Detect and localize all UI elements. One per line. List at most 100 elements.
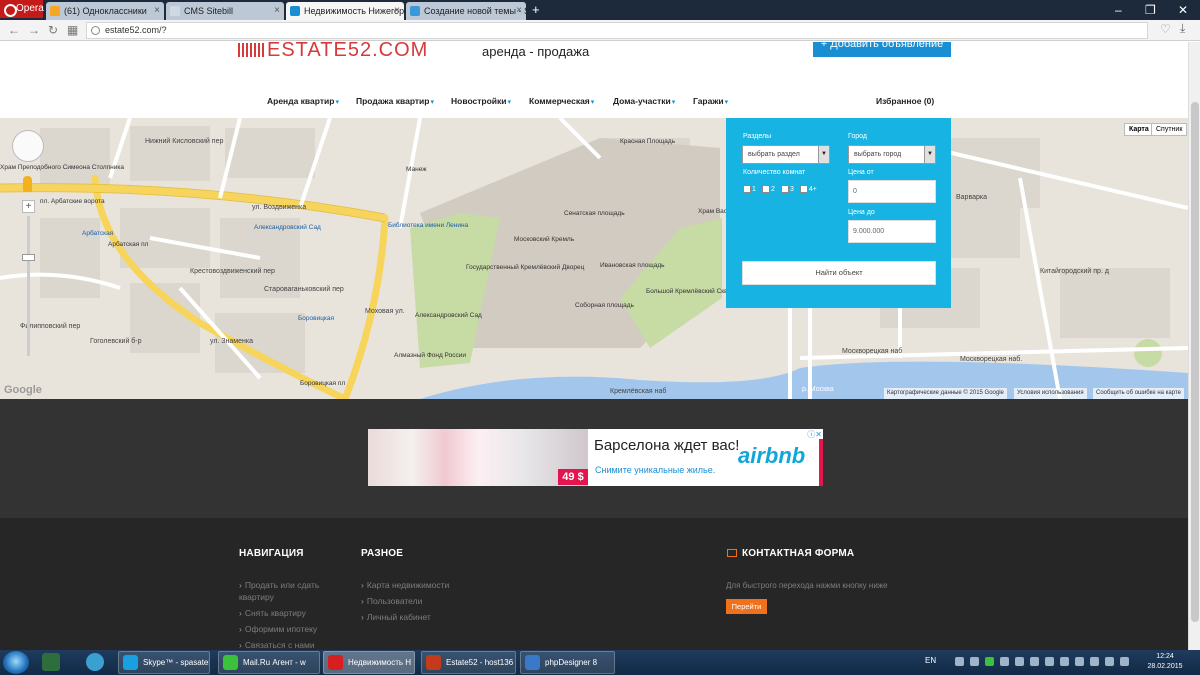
map-report-link[interactable]: Сообщить об ошибке на карте	[1093, 388, 1184, 399]
zoom-slider-handle[interactable]	[22, 254, 35, 261]
room-1-checkbox[interactable]	[743, 185, 751, 194]
airbnb-ad-banner[interactable]: 49 $ Барселона ждет вас! Снимите уникаль…	[368, 429, 823, 486]
nav-rent-apartments[interactable]: Аренда квартир▾	[267, 96, 339, 106]
contact-go-button[interactable]: Перейти	[726, 599, 767, 614]
site-logo[interactable]: ESTATE52.COM	[238, 42, 428, 60]
map-label: Манеж	[406, 166, 427, 173]
tray-icon[interactable]	[1030, 657, 1039, 666]
footer-link-map[interactable]: › Карта недвижимости	[361, 580, 449, 590]
favorites-link[interactable]: Избранное (0)	[876, 96, 934, 106]
section-select[interactable]: выбрать раздел ▼	[742, 145, 830, 164]
add-listing-label: Добавить объявление	[830, 42, 944, 50]
ad-accent-stripe	[819, 439, 823, 486]
new-tab-button[interactable]: +	[532, 2, 540, 18]
tab-label: (61) Одноклассники	[64, 6, 147, 16]
footer-link-contact[interactable]: › Связаться с нами	[239, 640, 315, 650]
chevron-right-icon: ›	[361, 612, 364, 622]
nav-new-buildings[interactable]: Новостройки▾	[451, 96, 511, 106]
nav-label: Дома-участки	[613, 96, 671, 106]
map[interactable]: Храм Преподобного Симеона Столпника пл. …	[0, 118, 1188, 399]
tray-icon[interactable]	[1045, 657, 1054, 666]
minimize-button[interactable]: –	[1115, 2, 1122, 18]
bookmark-heart-icon[interactable]: ♡	[1160, 22, 1171, 36]
room-2-checkbox[interactable]	[761, 185, 770, 194]
media-player-icon[interactable]	[86, 653, 104, 671]
footer-link-label: Продать или сдать	[244, 580, 320, 590]
map-type-map-button[interactable]: Карта	[1124, 123, 1154, 136]
tray-icon[interactable]	[1075, 657, 1084, 666]
price-from-input[interactable]: 0	[848, 180, 936, 203]
close-tab-icon[interactable]: ×	[274, 2, 280, 20]
scrollbar-thumb[interactable]	[1191, 102, 1199, 622]
nav-sale-apartments[interactable]: Продажа квартир▾	[356, 96, 434, 106]
street-view-pegman-icon[interactable]	[23, 176, 32, 192]
volume-icon[interactable]	[1105, 657, 1114, 666]
tray-icon[interactable]	[1015, 657, 1024, 666]
room-3-checkbox[interactable]	[780, 185, 789, 194]
close-window-button[interactable]: ✕	[1178, 2, 1188, 18]
ad-headline: Барселона ждет вас!	[594, 437, 740, 454]
footer-link-sell[interactable]: › Продать или сдать	[239, 580, 319, 590]
close-tab-icon[interactable]: ×	[154, 2, 160, 20]
opera-menu-button[interactable]: Opera	[0, 0, 44, 18]
find-object-button[interactable]: Найти объект	[742, 261, 936, 285]
footer-link-account[interactable]: › Личный кабинет	[361, 612, 431, 622]
airbnb-logo: airbnb	[738, 443, 806, 468]
city-select[interactable]: выбрать город ▼	[848, 145, 936, 164]
speed-dial-icon[interactable]: ▦	[67, 22, 78, 38]
clock-date: 28.02.2015	[1147, 663, 1183, 670]
map-pan-control[interactable]	[12, 130, 44, 162]
footer-link-users[interactable]: › Пользователи	[361, 596, 422, 606]
download-icon[interactable]: ⤓	[1180, 21, 1185, 36]
price-to-input[interactable]: 9.000.000	[848, 220, 936, 243]
tab-cms-sitebill[interactable]: CMS Sitebill ×	[166, 2, 284, 20]
map-type-satellite-button[interactable]: Спутник	[1151, 123, 1188, 136]
footer-link-rent[interactable]: › Снять квартиру	[239, 608, 306, 618]
map-label: Арбатская пл	[108, 241, 149, 248]
taskbar-opera[interactable]: Недвижимость Н	[323, 651, 415, 674]
footer-link-sell-cont[interactable]: квартиру	[239, 592, 274, 602]
nav-houses-plots[interactable]: Дома-участки▾	[613, 96, 675, 106]
page-scrollbar[interactable]	[1188, 42, 1200, 650]
tray-icon[interactable]	[1120, 657, 1129, 666]
quick-launch-icon[interactable]	[42, 653, 60, 671]
taskbar-mailru[interactable]: Mail.Ru Агент - w	[218, 651, 320, 674]
tab-sitebill-forum[interactable]: Создание новой темы - S ×	[406, 2, 526, 20]
taskbar-filezilla[interactable]: Estate52 - host136	[421, 651, 516, 674]
ad-close-icon[interactable]: ⓘ✕	[807, 429, 822, 440]
maximize-button[interactable]: ❐	[1145, 2, 1156, 18]
street-label: Москворецкая наб.	[960, 356, 1023, 363]
forward-arrow-icon[interactable]: →	[28, 22, 40, 38]
close-tab-icon[interactable]: ×	[516, 2, 522, 20]
room-4plus-checkbox[interactable]	[799, 185, 808, 194]
google-logo[interactable]: Google	[4, 384, 42, 396]
close-tab-icon[interactable]: ×	[394, 2, 400, 20]
nav-garages[interactable]: Гаражи▾	[693, 96, 728, 106]
url-input[interactable]: estate52.com/?	[86, 22, 1148, 39]
zoom-in-button[interactable]: +	[22, 200, 35, 213]
tray-icon[interactable]	[985, 657, 994, 666]
taskbar-skype[interactable]: Skype™ - spasatel	[118, 651, 210, 674]
task-label: phpDesigner 8	[545, 658, 598, 667]
tab-estate52[interactable]: Недвижимость Нижегор ×	[286, 2, 404, 20]
taskbar-phpdesigner[interactable]: phpDesigner 8	[520, 651, 615, 674]
language-indicator[interactable]: EN	[925, 656, 936, 665]
chevron-right-icon: ›	[239, 640, 242, 650]
start-button[interactable]	[3, 651, 29, 674]
system-clock[interactable]: 12:24 28.02.2015	[1145, 652, 1185, 672]
tray-icon[interactable]	[1000, 657, 1009, 666]
footer-link-mortgage[interactable]: › Оформим ипотеку	[239, 624, 317, 634]
add-listing-button[interactable]: + Добавить объявление	[813, 42, 951, 57]
network-icon[interactable]	[1090, 657, 1099, 666]
tray-icon[interactable]	[1060, 657, 1069, 666]
metro-label: Боровицкая	[298, 315, 335, 322]
map-terms-link[interactable]: Условия использования	[1014, 388, 1087, 399]
reload-icon[interactable]: ↻	[48, 22, 58, 38]
back-arrow-icon[interactable]: ←	[8, 22, 20, 38]
metro-label: Арбатская	[82, 230, 114, 237]
zoom-slider-track[interactable]	[27, 216, 30, 356]
tray-icon[interactable]	[955, 657, 964, 666]
tab-odnoklassniki[interactable]: (61) Одноклассники ×	[46, 2, 164, 20]
tray-icon[interactable]	[970, 657, 979, 666]
nav-commercial[interactable]: Коммерческая▾	[529, 96, 594, 106]
